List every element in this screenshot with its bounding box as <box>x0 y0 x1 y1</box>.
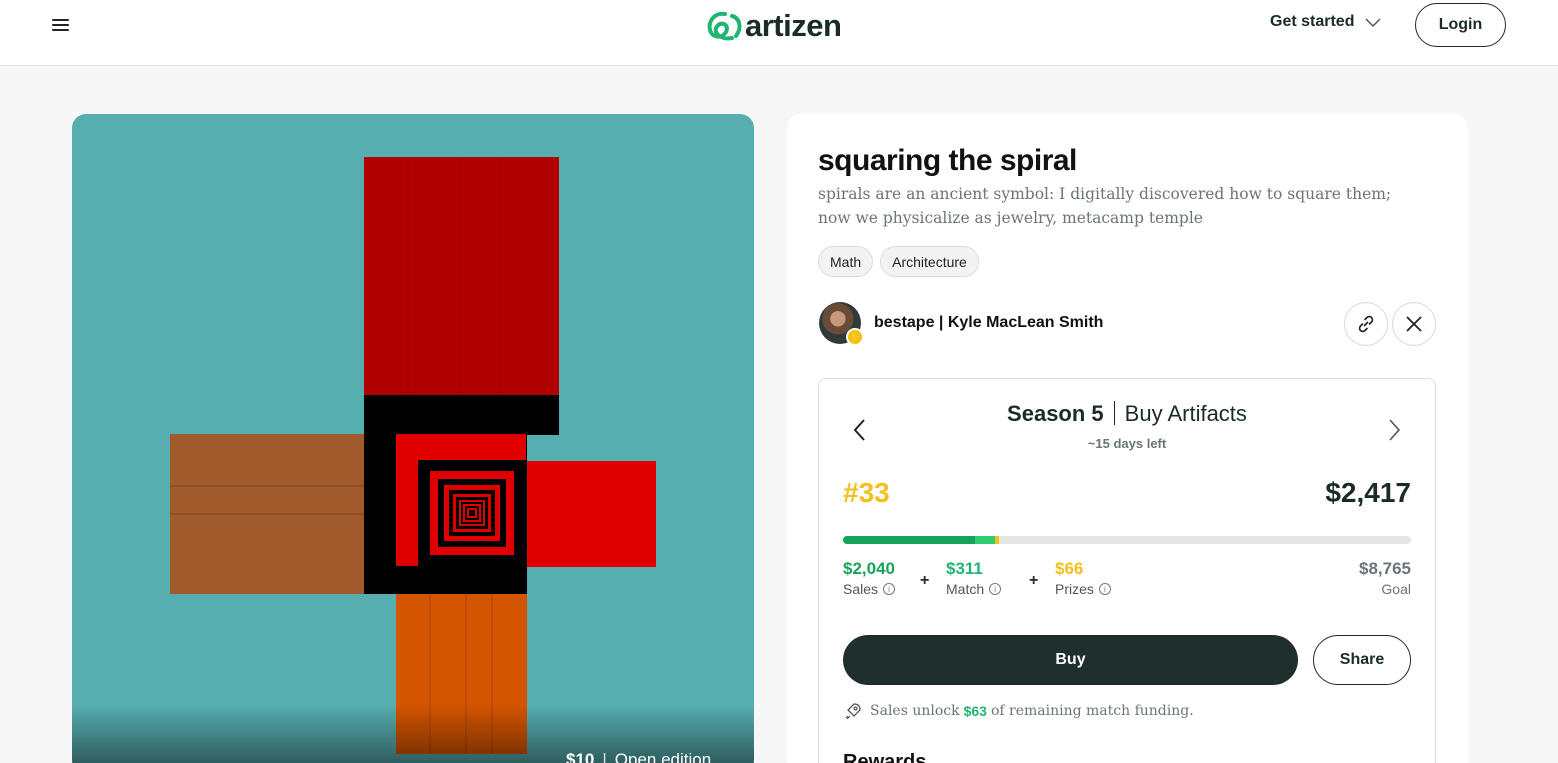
match-unlock-note: Sales unlock $63 of remaining match fund… <box>843 701 1194 721</box>
tag-list: Math Architecture <box>818 246 979 277</box>
get-started-label: Get started <box>1270 13 1355 30</box>
get-started-menu[interactable]: Get started <box>1270 13 1382 31</box>
funding-progress-bar <box>843 536 1411 544</box>
progress-match <box>975 536 996 544</box>
copy-link-button[interactable] <box>1344 302 1388 346</box>
artwork-image[interactable]: $10 | Open edition <box>72 114 754 763</box>
rewards-heading: Rewards <box>843 751 927 763</box>
project-description: spirals are an ancient symbol: I digital… <box>818 185 1392 227</box>
artist-avatar[interactable]: ⚡ <box>819 302 864 346</box>
artist-name[interactable]: bestape | Kyle MacLean Smith <box>874 314 1103 332</box>
logo-text: artizen <box>745 8 842 43</box>
plus-sign: + <box>1029 572 1039 589</box>
unlock-suffix: of remaining match funding. <box>990 703 1194 719</box>
tag-architecture[interactable]: Architecture <box>880 246 979 277</box>
artwork-price: $10 <box>566 750 595 763</box>
goal-label: Goal <box>1381 581 1411 597</box>
season-name: Season 5 <box>1007 401 1104 426</box>
unlock-prefix: Sales unlock <box>870 703 960 719</box>
project-info-card: squaring the spiral spirals are an ancie… <box>787 114 1468 763</box>
info-icon[interactable]: i <box>989 583 1002 595</box>
info-icon[interactable]: i <box>1098 583 1111 595</box>
season-divider <box>1113 401 1115 425</box>
match-stat: $311 Match i <box>946 559 1002 597</box>
goal-value: $8,765 <box>1359 559 1411 578</box>
days-left: ~15 days left <box>1087 436 1167 451</box>
prizes-stat: $66 Prizes i <box>1055 559 1111 597</box>
unlock-amount: $63 <box>963 703 987 719</box>
project-title: squaring the spiral <box>818 144 1077 177</box>
buy-button[interactable]: Buy <box>843 635 1298 685</box>
share-on-x-button[interactable] <box>1392 302 1436 346</box>
total-raised: $2,417 <box>1325 477 1411 508</box>
season-mode: Buy Artifacts <box>1124 401 1247 426</box>
match-value: $311 <box>946 559 983 578</box>
price-divider: | <box>602 750 607 763</box>
top-header: artizen Get started Login <box>0 0 1558 66</box>
login-button[interactable]: Login <box>1415 3 1506 47</box>
progress-prizes <box>995 536 1000 544</box>
season-heading: Season 5 Buy Artifacts <box>819 401 1435 427</box>
prizes-label: Prizes <box>1055 581 1094 597</box>
artist-full-name: Kyle MacLean Smith <box>947 314 1104 331</box>
share-button[interactable]: Share <box>1313 635 1411 685</box>
x-logo-icon <box>1406 316 1422 332</box>
artwork-price-label: $10 | Open edition <box>566 750 711 763</box>
artwork-graphic <box>170 157 656 754</box>
chevron-down-icon <box>1365 18 1381 28</box>
prizes-value: $66 <box>1055 559 1084 578</box>
logo-mark-icon <box>707 11 742 41</box>
menu-icon[interactable] <box>50 16 72 34</box>
progress-sales <box>843 536 976 544</box>
season-funding-panel: Season 5 Buy Artifacts ~15 days left #33 … <box>818 378 1436 763</box>
sales-stat: $2,040 Sales i <box>843 559 896 597</box>
sales-label: Sales <box>843 581 879 597</box>
project-rank: #33 <box>843 477 890 508</box>
logo[interactable]: artizen <box>706 6 842 46</box>
tag-math[interactable]: Math <box>818 246 874 277</box>
sales-value: $2,040 <box>843 559 895 578</box>
link-icon <box>1358 315 1374 333</box>
goal-stat: $8,765 Goal <box>1359 559 1411 597</box>
rocket-icon <box>845 703 861 720</box>
info-icon[interactable]: i <box>883 583 896 595</box>
artist-handle: bestape <box>874 314 935 331</box>
plus-sign: + <box>920 572 930 589</box>
lightning-icon: ⚡ <box>846 328 864 346</box>
match-label: Match <box>946 581 985 597</box>
artwork-edition: Open edition <box>614 750 712 763</box>
artist-row: ⚡ bestape | Kyle MacLean Smith <box>819 302 1103 346</box>
